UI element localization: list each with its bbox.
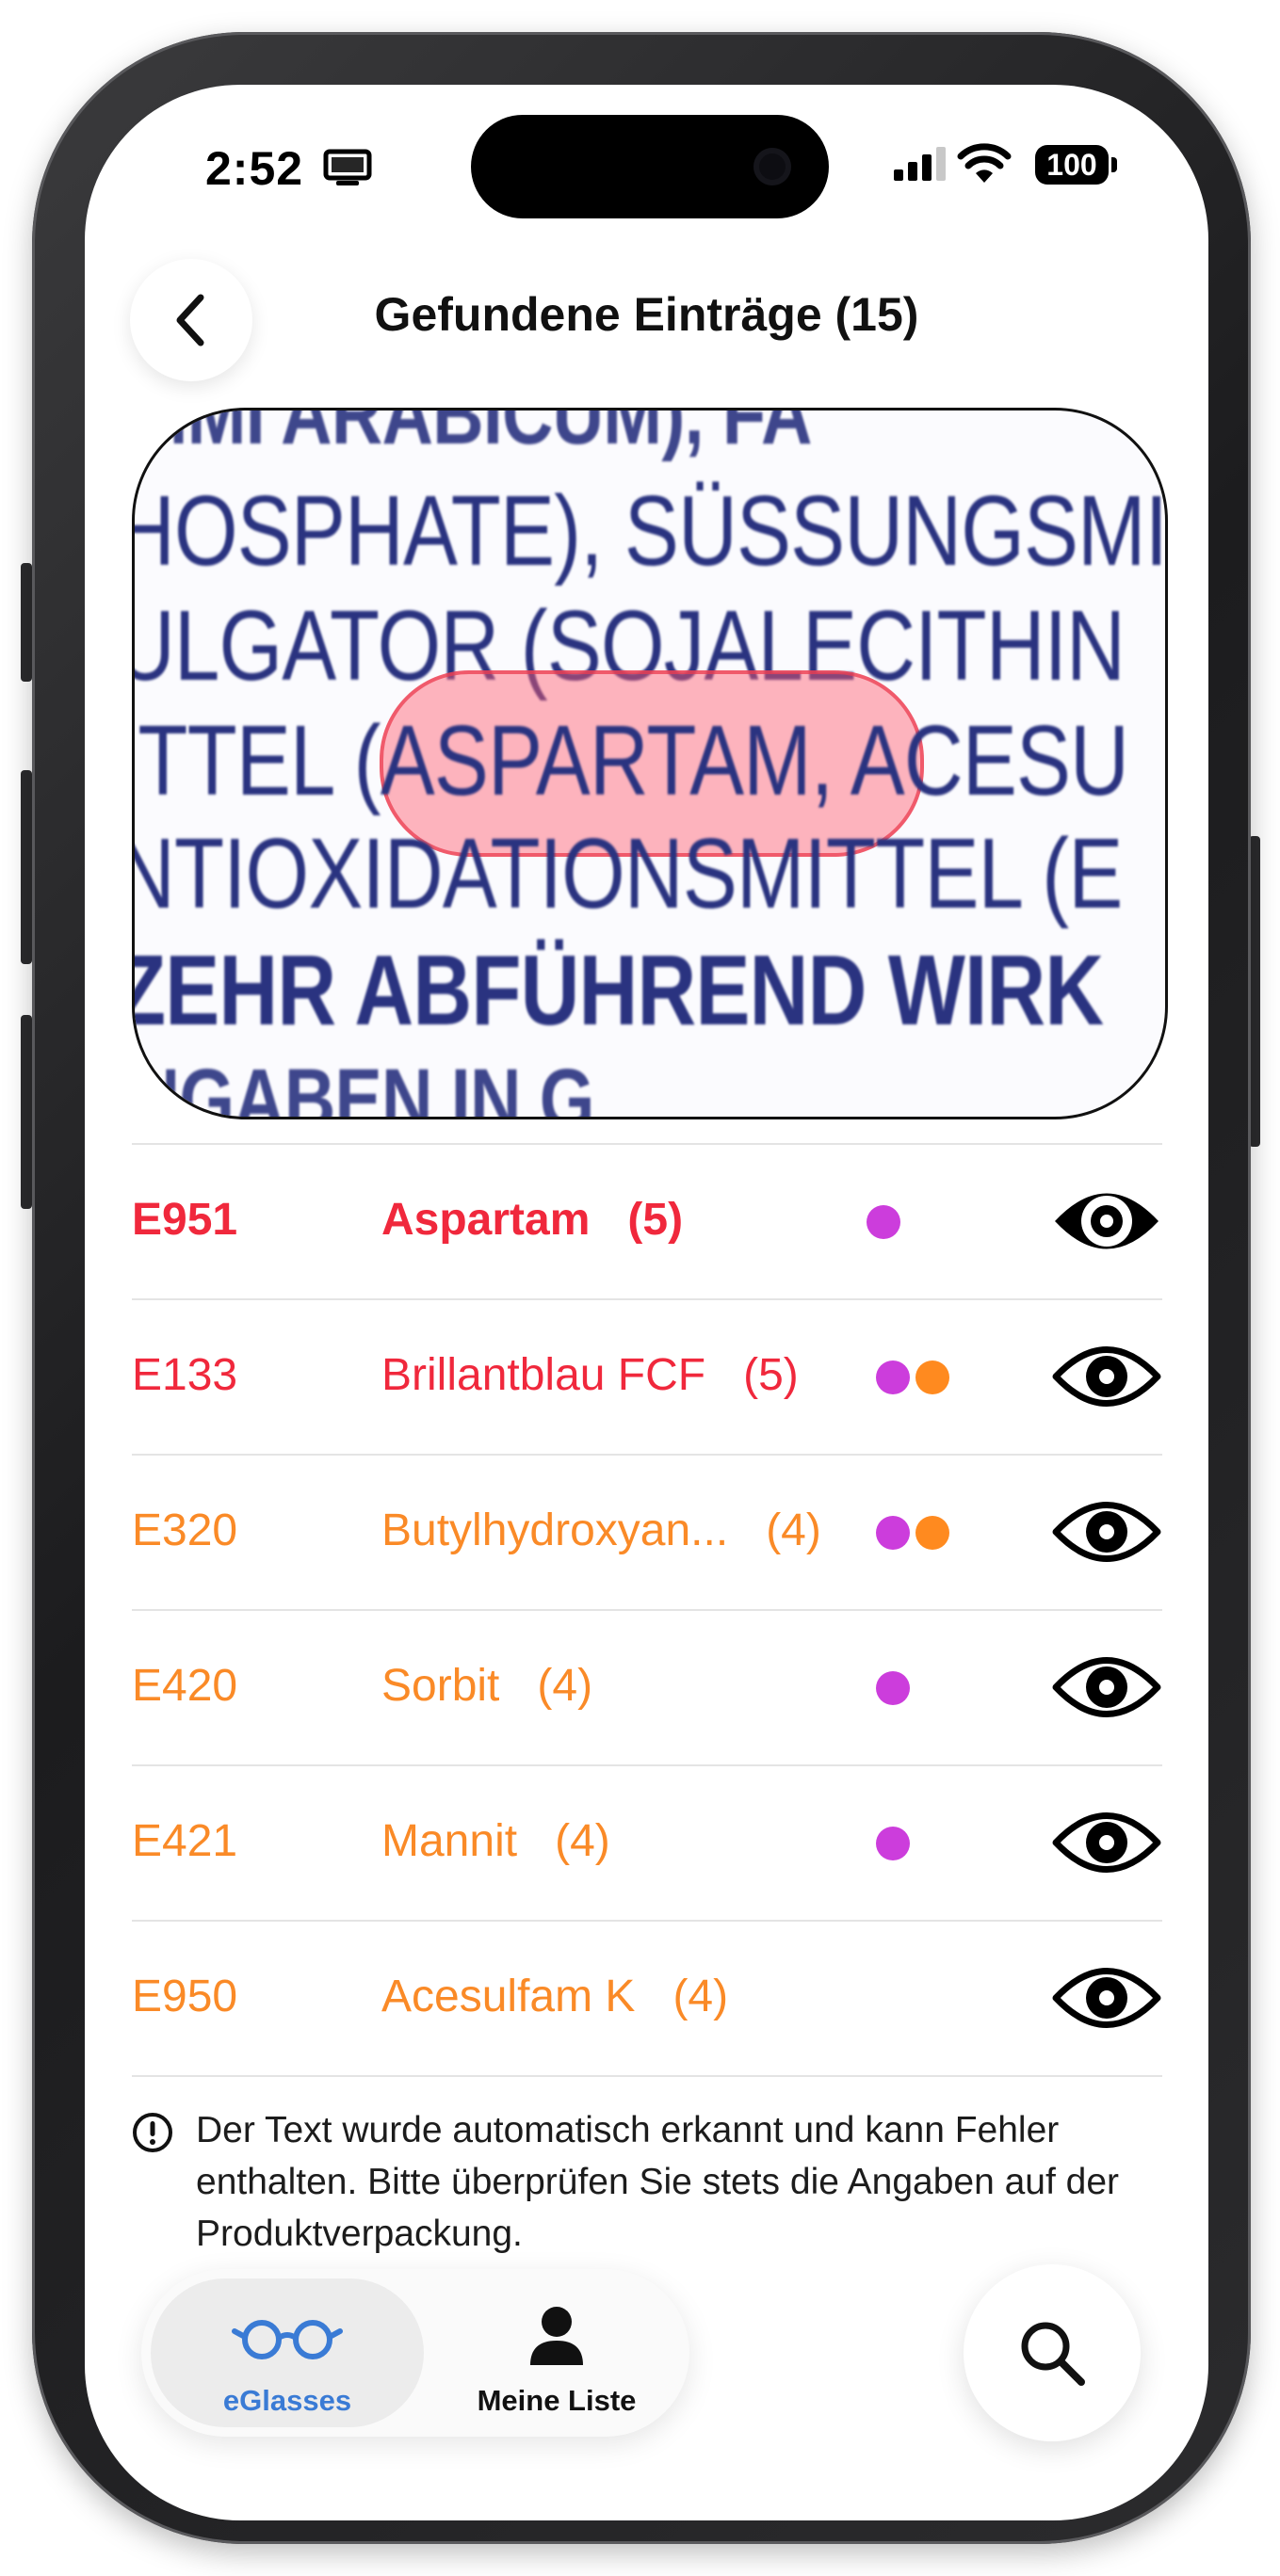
- tab-bar: eGlasses Meine Liste: [141, 2269, 689, 2437]
- tab-meine-liste[interactable]: Meine Liste: [433, 2278, 680, 2427]
- list-item-E421[interactable]: E421 Mannit (4): [132, 1766, 1162, 1922]
- list-item-E420[interactable]: E420 Sorbit (4): [132, 1611, 1162, 1766]
- person-icon: [530, 2307, 583, 2365]
- additive-code: E950: [132, 1972, 238, 2021]
- additive-code: E133: [132, 1350, 238, 1400]
- tab-label: Meine Liste: [477, 2384, 637, 2417]
- scan-text-line: ANGABEN IN G: [132, 1052, 594, 1119]
- back-button[interactable]: [130, 259, 252, 381]
- device-stage: 2:52 100 Gefundene Einträge (15) UMMI AR…: [0, 0, 1280, 2576]
- app-screen: 2:52 100 Gefundene Einträge (15) UMMI AR…: [85, 85, 1208, 2520]
- scan-text-line: HOSPHATE), SÜSSUNGSMI: [132, 475, 1168, 587]
- tab-eglasses[interactable]: eGlasses: [151, 2278, 424, 2427]
- eye-icon[interactable]: [1051, 1800, 1162, 1885]
- wifi-icon: [957, 143, 1012, 183]
- additive-name: Sorbit: [381, 1661, 500, 1711]
- additive-list: E951 Aspartam (5) E133 Brillantblau FCF (5…: [132, 1143, 1162, 2077]
- additive-name: Aspartam: [381, 1195, 591, 1245]
- scan-text-line: NTIOXIDATIONSMITTEL (E: [132, 818, 1123, 929]
- category-dot: [915, 1360, 949, 1394]
- additive-code: E320: [132, 1505, 238, 1555]
- category-dot: [915, 1516, 949, 1550]
- battery-tip: [1111, 157, 1117, 172]
- category-dot: [876, 1360, 910, 1394]
- info-icon: [133, 2113, 172, 2152]
- list-item-E950[interactable]: E950 Acesulfam K (4): [132, 1922, 1162, 2077]
- category-dot: [867, 1205, 900, 1239]
- additive-code: E420: [132, 1661, 238, 1711]
- category-dot: [876, 1516, 910, 1550]
- disclaimer-text: Der Text wurde automatisch erkannt und k…: [196, 2110, 1120, 2254]
- volume-up-button: [21, 770, 32, 964]
- additive-name-line: Aspartam (5): [381, 1194, 683, 1246]
- status-time: 2:52: [205, 142, 304, 195]
- additive-name-line: Brillantblau FCF (5): [381, 1349, 799, 1401]
- additive-code: E951: [132, 1195, 238, 1245]
- scan-text-line: ZEHR ABFÜHREND WIRK: [132, 935, 1104, 1046]
- list-item-E951[interactable]: E951 Aspartam (5): [132, 1145, 1162, 1300]
- scanned-label-image: UMMI ARABICUM), FA HOSPHATE), SÜSSUNGSMI…: [132, 408, 1168, 1119]
- eye-icon[interactable]: [1051, 1179, 1162, 1264]
- additive-name: Butylhydroxyan...: [381, 1505, 729, 1555]
- additive-count: (4): [537, 1661, 593, 1711]
- list-item-E133[interactable]: E133 Brillantblau FCF (5): [132, 1300, 1162, 1456]
- additive-name: Acesulfam K: [381, 1972, 636, 2021]
- battery-icon: 100: [1035, 145, 1109, 185]
- additive-count: (4): [766, 1505, 821, 1555]
- action-button: [21, 563, 32, 682]
- page-title: Gefundene Einträge (15): [374, 288, 919, 341]
- tab-label: eGlasses: [222, 2384, 352, 2417]
- chevron-left-icon: [176, 294, 204, 346]
- eye-icon[interactable]: [1051, 1645, 1162, 1730]
- list-item-E320[interactable]: E320 Butylhydroxyan... (4): [132, 1456, 1162, 1611]
- category-dot: [876, 1827, 910, 1860]
- monitor-icon: [323, 149, 372, 185]
- eye-icon[interactable]: [1051, 1489, 1162, 1574]
- additive-count: (5): [627, 1195, 684, 1245]
- category-dot: [876, 1671, 910, 1705]
- additive-name: Brillantblau FCF: [381, 1350, 706, 1400]
- eye-icon[interactable]: [1051, 1334, 1162, 1419]
- additive-count: (4): [672, 1972, 729, 2021]
- additive-name-line: Mannit (4): [381, 1815, 610, 1867]
- signal-icon: [894, 147, 946, 181]
- dynamic-island: [471, 115, 829, 218]
- additive-code: E421: [132, 1816, 238, 1866]
- additive-name-line: Butylhydroxyan... (4): [381, 1505, 821, 1556]
- scan-text-line: ITTEL (ASPARTAM, ACESU: [132, 705, 1129, 816]
- additive-name-line: Acesulfam K (4): [381, 1971, 728, 2022]
- scan-text-line: UMMI ARABICUM), FA: [132, 408, 812, 462]
- eye-icon[interactable]: [1051, 1956, 1162, 2040]
- glasses-icon: [232, 2320, 343, 2359]
- volume-down-button: [21, 1015, 32, 1209]
- search-button[interactable]: [964, 2264, 1141, 2441]
- additive-name-line: Sorbit (4): [381, 1660, 592, 1712]
- search-icon: [1021, 2322, 1085, 2386]
- additive-count: (4): [555, 1816, 610, 1866]
- additive-count: (5): [743, 1350, 799, 1400]
- additive-name: Mannit: [381, 1816, 518, 1866]
- camera-icon: [753, 148, 791, 185]
